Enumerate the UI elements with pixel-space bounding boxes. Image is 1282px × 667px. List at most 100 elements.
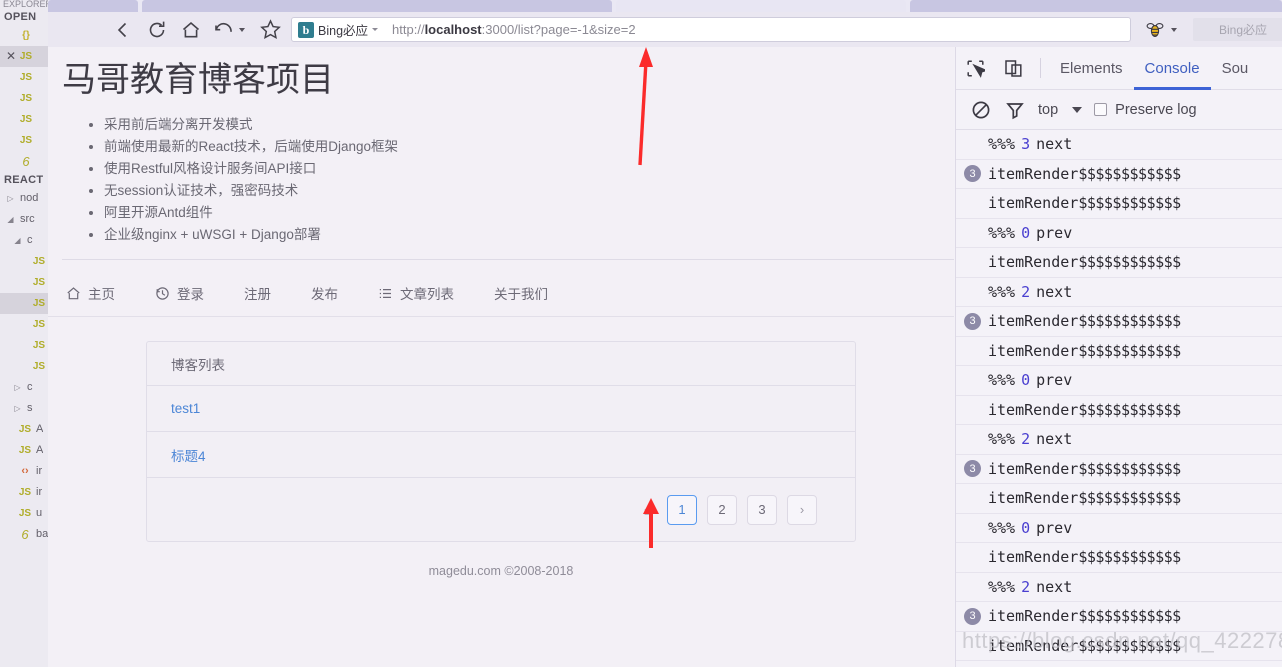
console-log-row: 3 itemRender $$$$$$$$$$$$ xyxy=(956,455,1282,484)
pagination-prev[interactable]: ≤ xyxy=(639,495,657,525)
chevron-down-icon[interactable] xyxy=(1072,106,1083,113)
open-editor-item[interactable]: ✕ JS xyxy=(0,46,48,67)
file-tree-item[interactable]: JS A xyxy=(0,440,48,461)
blog-item-link[interactable]: 标题4 xyxy=(171,445,206,465)
log-marker-prefix: %%% xyxy=(988,430,1016,449)
js-file-icon: JS xyxy=(19,93,33,104)
close-icon[interactable]: ✕ xyxy=(4,46,18,67)
file-tree-item[interactable]: JS xyxy=(0,314,48,335)
file-tree-item[interactable]: JS xyxy=(0,335,48,356)
history-dropdown-caret[interactable] xyxy=(239,27,245,32)
open-editor-item[interactable]: {} xyxy=(0,25,48,46)
log-marker-number: 2 xyxy=(1021,282,1031,301)
extension-dropdown-caret[interactable] xyxy=(1171,27,1177,32)
profile-avatar[interactable] xyxy=(48,13,106,47)
browser-tab[interactable] xyxy=(48,0,138,12)
blog-item-list: test1 标题4 xyxy=(147,386,855,479)
devtools-tab-console[interactable]: Console xyxy=(1134,47,1211,90)
log-marker-text: prev xyxy=(1036,371,1073,390)
file-tree-item[interactable]: 6 bal xyxy=(0,524,48,545)
nav-item-发布[interactable]: 发布 xyxy=(311,283,338,303)
file-tree-label: src xyxy=(20,213,35,225)
pagination-page-2[interactable]: 2 xyxy=(707,494,737,525)
log-message-text: itemRender xyxy=(988,253,1079,272)
file-tree-item[interactable]: JS u xyxy=(0,503,48,524)
browser-tab-active[interactable] xyxy=(616,0,906,12)
pagination-next[interactable]: › xyxy=(787,494,817,525)
nav-item-list[interactable]: 文章列表 xyxy=(378,283,454,303)
file-tree-item[interactable]: ◢ src xyxy=(0,209,48,230)
open-editor-item[interactable]: JS xyxy=(0,130,48,151)
open-editor-item[interactable]: JS xyxy=(0,88,48,109)
browser-tab[interactable] xyxy=(142,0,612,12)
search-engine-chip[interactable]: b Bing必应 xyxy=(298,20,384,39)
devtools-tab-elements[interactable]: Elements xyxy=(1049,47,1134,90)
file-tree-item[interactable]: ‹› ir xyxy=(0,461,48,482)
pagination-page-3[interactable]: 3 xyxy=(747,494,777,525)
nav-item-home[interactable]: 主页 xyxy=(66,283,115,303)
chevron-right-icon[interactable]: ▷ xyxy=(11,398,24,419)
back-icon[interactable] xyxy=(106,13,140,47)
file-tree-label: A xyxy=(36,423,44,435)
home-icon[interactable] xyxy=(174,13,208,47)
site-footer: magedu.com ©2008-2018 xyxy=(428,564,574,579)
file-tree-item[interactable]: JS ir xyxy=(0,482,48,503)
nav-item-history-clock[interactable]: 登录 xyxy=(155,283,204,303)
feature-list-item: 采用前后端分离开发模式 xyxy=(104,114,954,135)
log-marker-prefix: %%% xyxy=(988,577,1016,596)
history-icon[interactable] xyxy=(208,13,238,47)
nav-item-label: 文章列表 xyxy=(400,287,454,303)
inspect-element-icon[interactable] xyxy=(956,47,994,90)
chevron-down-icon[interactable] xyxy=(372,28,379,31)
feature-list-item: 阿里开源Antd组件 xyxy=(104,202,954,223)
console-log-row: 3 itemRender $$$$$$$$$$$$ xyxy=(956,307,1282,337)
file-tree-item[interactable]: JS xyxy=(0,251,48,272)
preserve-log-checkbox[interactable] xyxy=(1094,103,1108,116)
file-tree-item[interactable]: ▷ nod xyxy=(0,188,48,209)
nav-item-注册[interactable]: 注册 xyxy=(244,283,271,303)
list-icon xyxy=(378,286,393,301)
console-log: %%% 3 next 3 itemRender $$$$$$$$$$$$ itemRend… xyxy=(956,130,1282,667)
file-tree-item[interactable]: JS xyxy=(0,293,48,314)
favorite-star-icon[interactable] xyxy=(253,13,287,47)
devtools-tab-sou[interactable]: Sou xyxy=(1211,47,1260,90)
device-toolbar-icon[interactable] xyxy=(994,47,1032,90)
file-tree-item[interactable]: ◢ c xyxy=(0,230,48,251)
feature-list: 采用前后端分离开发模式前端使用最新的React技术，后端使用Django框架使用… xyxy=(62,114,954,245)
open-editors-header[interactable]: OPEN xyxy=(0,9,48,25)
page-title: 马哥教育博客项目 xyxy=(62,61,334,99)
log-message-text: itemRender xyxy=(988,607,1079,626)
address-bar[interactable]: b Bing必应 http://localhost:3000/list?page… xyxy=(291,17,1131,42)
file-tree-item[interactable]: ▷ s xyxy=(0,398,48,419)
log-marker-text: prev xyxy=(1036,223,1073,242)
file-tree-label: ir xyxy=(36,465,43,477)
pagination-page-1[interactable]: 1 xyxy=(667,494,697,525)
chevron-down-icon[interactable]: ◢ xyxy=(4,209,17,230)
chevron-right-icon[interactable]: ▷ xyxy=(4,188,17,209)
log-marker-number: 0 xyxy=(1021,223,1031,242)
console-log-row: %%% 2 next xyxy=(956,278,1282,307)
console-context-selector[interactable]: top xyxy=(1032,102,1064,118)
blog-list-item[interactable]: test1 xyxy=(147,386,855,433)
html-file-icon: ‹› xyxy=(21,465,29,477)
open-editor-item[interactable]: JS xyxy=(0,67,48,88)
blog-item-link[interactable]: test1 xyxy=(171,401,200,416)
clear-console-icon[interactable] xyxy=(964,90,998,130)
nav-item-关于我们[interactable]: 关于我们 xyxy=(494,283,548,303)
blog-list-item[interactable]: 标题4 xyxy=(147,432,855,479)
browser-tab[interactable] xyxy=(910,0,1282,12)
extension-bee-button[interactable] xyxy=(1139,21,1183,39)
open-editor-item[interactable]: 6 xyxy=(0,151,48,172)
file-tree-item[interactable]: JS xyxy=(0,272,48,293)
reload-icon[interactable] xyxy=(140,13,174,47)
filter-icon[interactable] xyxy=(998,90,1032,130)
chevron-down-icon[interactable]: ◢ xyxy=(11,230,24,251)
card-title: 博客列表 xyxy=(147,342,855,387)
file-tree-item[interactable]: JS xyxy=(0,356,48,377)
file-tree-item[interactable]: JS A xyxy=(0,419,48,440)
file-tree-item[interactable]: ▷ c xyxy=(0,377,48,398)
search-input[interactable]: Bing必应 xyxy=(1193,18,1282,41)
chevron-right-icon[interactable]: ▷ xyxy=(11,377,24,398)
open-editor-item[interactable]: JS xyxy=(0,109,48,130)
project-folder-header[interactable]: REACT xyxy=(0,172,48,188)
